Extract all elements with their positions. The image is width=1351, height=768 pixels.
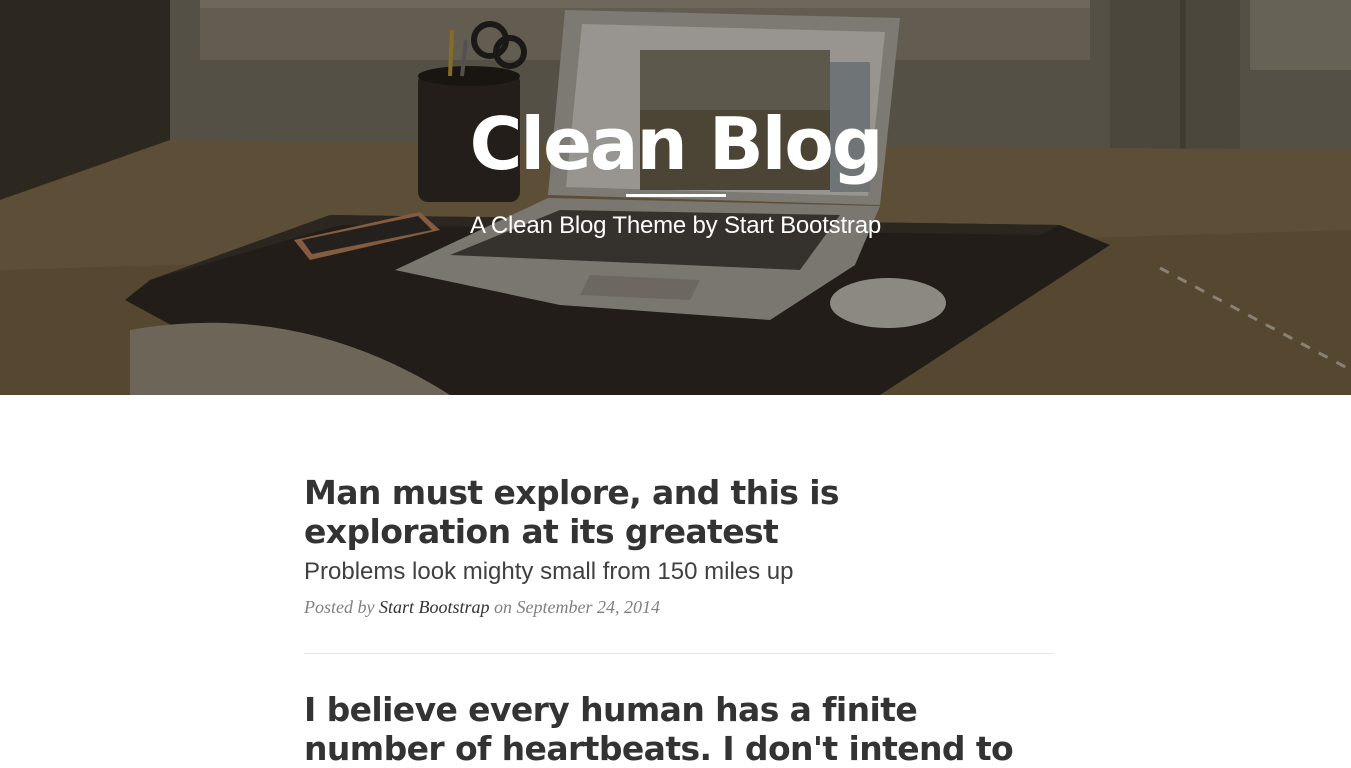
site-heading: Clean Blog A Clean Blog Theme by Start B… <box>0 96 1351 241</box>
post-title-link[interactable]: Man must explore, and this is exploratio… <box>304 473 1054 551</box>
title-divider <box>625 194 726 197</box>
site-subheading: A Clean Blog Theme by Start Bootstrap <box>469 212 882 239</box>
post-meta: Posted by Start Bootstrap on September 2… <box>304 595 1054 619</box>
site-title: Clean Blog <box>469 102 884 186</box>
post-meta-prefix: Posted by <box>304 597 375 617</box>
post-meta-on: on <box>494 597 512 617</box>
post-subtitle[interactable]: Problems look mighty small from 150 mile… <box>304 557 1054 587</box>
post-divider <box>304 653 1054 654</box>
post-title-link[interactable]: I believe every human has a finite numbe… <box>304 690 1054 768</box>
post-preview: I believe every human has a finite numbe… <box>304 662 1054 768</box>
post-author-link[interactable]: Start Bootstrap <box>379 597 490 617</box>
post-preview: Man must explore, and this is exploratio… <box>304 395 1054 619</box>
post-date: September 24, 2014 <box>516 597 660 617</box>
post-list: Man must explore, and this is exploratio… <box>304 395 1054 768</box>
masthead: Clean Blog A Clean Blog Theme by Start B… <box>0 0 1351 395</box>
